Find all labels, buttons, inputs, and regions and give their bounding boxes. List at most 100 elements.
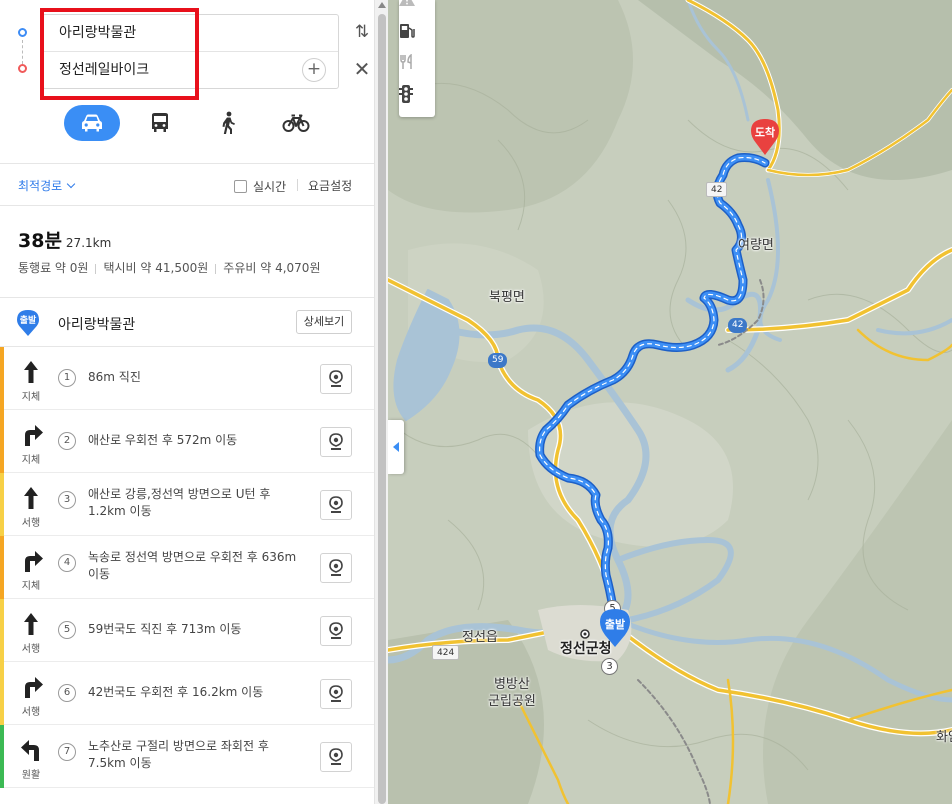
road-badge-59: 59 [488,353,508,368]
total-distance: 27.1km [65,236,112,250]
warning-icon [399,0,415,6]
route-summary: 38분 27.1km 통행료 약 0원 택시비 약 41,500원 주유비 약 4,0… [18,226,320,276]
tab-walk[interactable] [200,105,256,141]
start-pin-label: 출발 [19,316,37,326]
step-view-button[interactable] [320,616,352,646]
location-view-icon [329,748,343,765]
start-location-name: 아리랑박물관 [58,317,136,333]
step-number: 3 [58,491,76,509]
transport-mode-tabs [64,104,336,142]
step-number: 1 [58,369,76,387]
location-view-icon [329,496,343,513]
fee-settings-link[interactable]: 요금설정 [308,177,352,194]
realtime-checkbox[interactable]: 실시간 [234,178,286,195]
traffic-tool-button[interactable] [399,85,435,113]
traffic-light-icon [399,85,413,103]
chevron-down-icon [66,179,76,189]
route-step[interactable]: 서행 5 59번국도 직진 후 713m 이동 [0,599,374,662]
route-step[interactable]: 원활 7 노추산로 구절리 방면으로 좌회전 후 7.5km 이동 [0,725,374,788]
step-view-button[interactable] [320,679,352,709]
turn-left-icon [21,740,39,761]
location-view-icon [329,433,343,450]
directions-panel: 아리랑박물관 정선레일바이크 + ⇅ ✕ 최적경로 실시간 요금설정 38분 2… [0,0,374,804]
location-view-icon [329,622,343,639]
map-canvas [388,0,952,804]
route-type-dropdown[interactable]: 최적경로 [18,177,76,194]
step-description: 애산로 강릉,정선역 방면으로 U턴 후 1.2km 이동 [88,487,271,518]
step-number: 2 [58,432,76,450]
step-view-button[interactable] [320,742,352,772]
walk-icon [222,111,235,134]
step-description: 노추산로 구절리 방면으로 좌회전 후 7.5km 이동 [88,739,269,770]
destination-pin-label: 도착 [754,126,776,139]
chevron-left-icon [393,442,399,452]
arrow-up-icon [24,361,38,383]
checkbox-icon [234,180,247,193]
divider [215,263,217,274]
step-description: 42번국도 우회전 후 16.2km 이동 [88,685,264,699]
step-view-button[interactable] [320,364,352,394]
traffic-status-label: 서행 [21,644,41,655]
realtime-label: 실시간 [253,180,287,194]
step-number: 7 [58,743,76,761]
route-step[interactable]: 지체 2 애산로 우회전 후 572m 이동 [0,410,374,473]
route-step[interactable]: 지체 1 86m 직진 [0,347,374,410]
restaurant-icon [400,54,412,69]
traffic-status-label: 원활 [21,770,41,781]
swap-route-button[interactable]: ⇅ [352,22,372,44]
scrollbar-thumb[interactable] [378,14,386,804]
arrow-up-icon [24,487,38,509]
road-badge-424: 424 [432,645,460,660]
route-options-bar: 최적경로 실시간 요금설정 [0,166,374,204]
turn-right-icon [25,425,43,446]
restaurant-tool-button[interactable] [399,54,435,82]
bus-icon [152,113,168,132]
divider [95,263,97,274]
origin-marker-icon [18,28,27,37]
traffic-status-label: 지체 [21,581,41,592]
road-badge-42: 42 [728,318,748,333]
close-route-button[interactable]: ✕ [352,58,372,80]
fuel-tool-button[interactable] [399,23,435,51]
collapse-panel-button[interactable] [388,420,404,474]
tab-car[interactable] [64,105,120,141]
destination-marker-icon [18,64,27,73]
origin-pin-label: 출발 [604,618,626,631]
warning-tool-button[interactable] [399,0,435,20]
route-connector-line [22,40,23,64]
step-description: 녹송로 정선역 방면으로 우회전 후 636m 이동 [88,550,297,581]
scroll-up-icon[interactable] [378,2,386,8]
bike-icon [282,114,310,132]
turn-right-icon [25,677,43,698]
tab-bus[interactable] [132,105,188,141]
map-view[interactable]: 북평면 여량면 정선읍 정선군청 병방산 군립공원 화암 59 42 424 4… [388,0,952,804]
route-step[interactable]: 서행 6 42번국도 우회전 후 16.2km 이동 [0,662,374,725]
car-icon [82,114,102,132]
traffic-status-label: 지체 [21,455,41,466]
details-button[interactable]: 상세보기 [296,310,352,334]
route-step[interactable]: 지체 4 녹송로 정선역 방면으로 우회전 후 636m 이동 [0,536,374,599]
step-number: 6 [58,684,76,702]
map-tools-toolbar [399,0,435,117]
step-view-button[interactable] [320,553,352,583]
turn-right-icon [25,551,43,572]
divider [0,205,374,206]
origin-pin[interactable]: 출발 [599,608,631,648]
step-description: 86m 직진 [88,370,141,384]
start-location-row: 출발 아리랑박물관 상세보기 [0,300,374,346]
fuel-fee: 주유비 약 4,070원 [223,261,321,275]
total-time: 38분 [18,230,62,252]
arrow-up-icon [24,613,38,635]
tab-bike[interactable] [268,105,324,141]
step-view-button[interactable] [320,490,352,520]
step-view-button[interactable] [320,427,352,457]
destination-pin[interactable]: 도착 [750,118,780,156]
add-waypoint-button[interactable]: + [302,58,326,82]
map-label-yeoryang: 여량면 [738,238,774,253]
panel-scrollbar[interactable] [374,0,388,804]
location-view-icon [329,559,343,576]
waypoint-marker[interactable]: 3 [601,658,618,675]
route-step[interactable]: 서행 3 애산로 강릉,정선역 방면으로 U턴 후 1.2km 이동 [0,473,374,536]
map-label-edge: 화암 [936,730,952,745]
divider [0,163,374,164]
